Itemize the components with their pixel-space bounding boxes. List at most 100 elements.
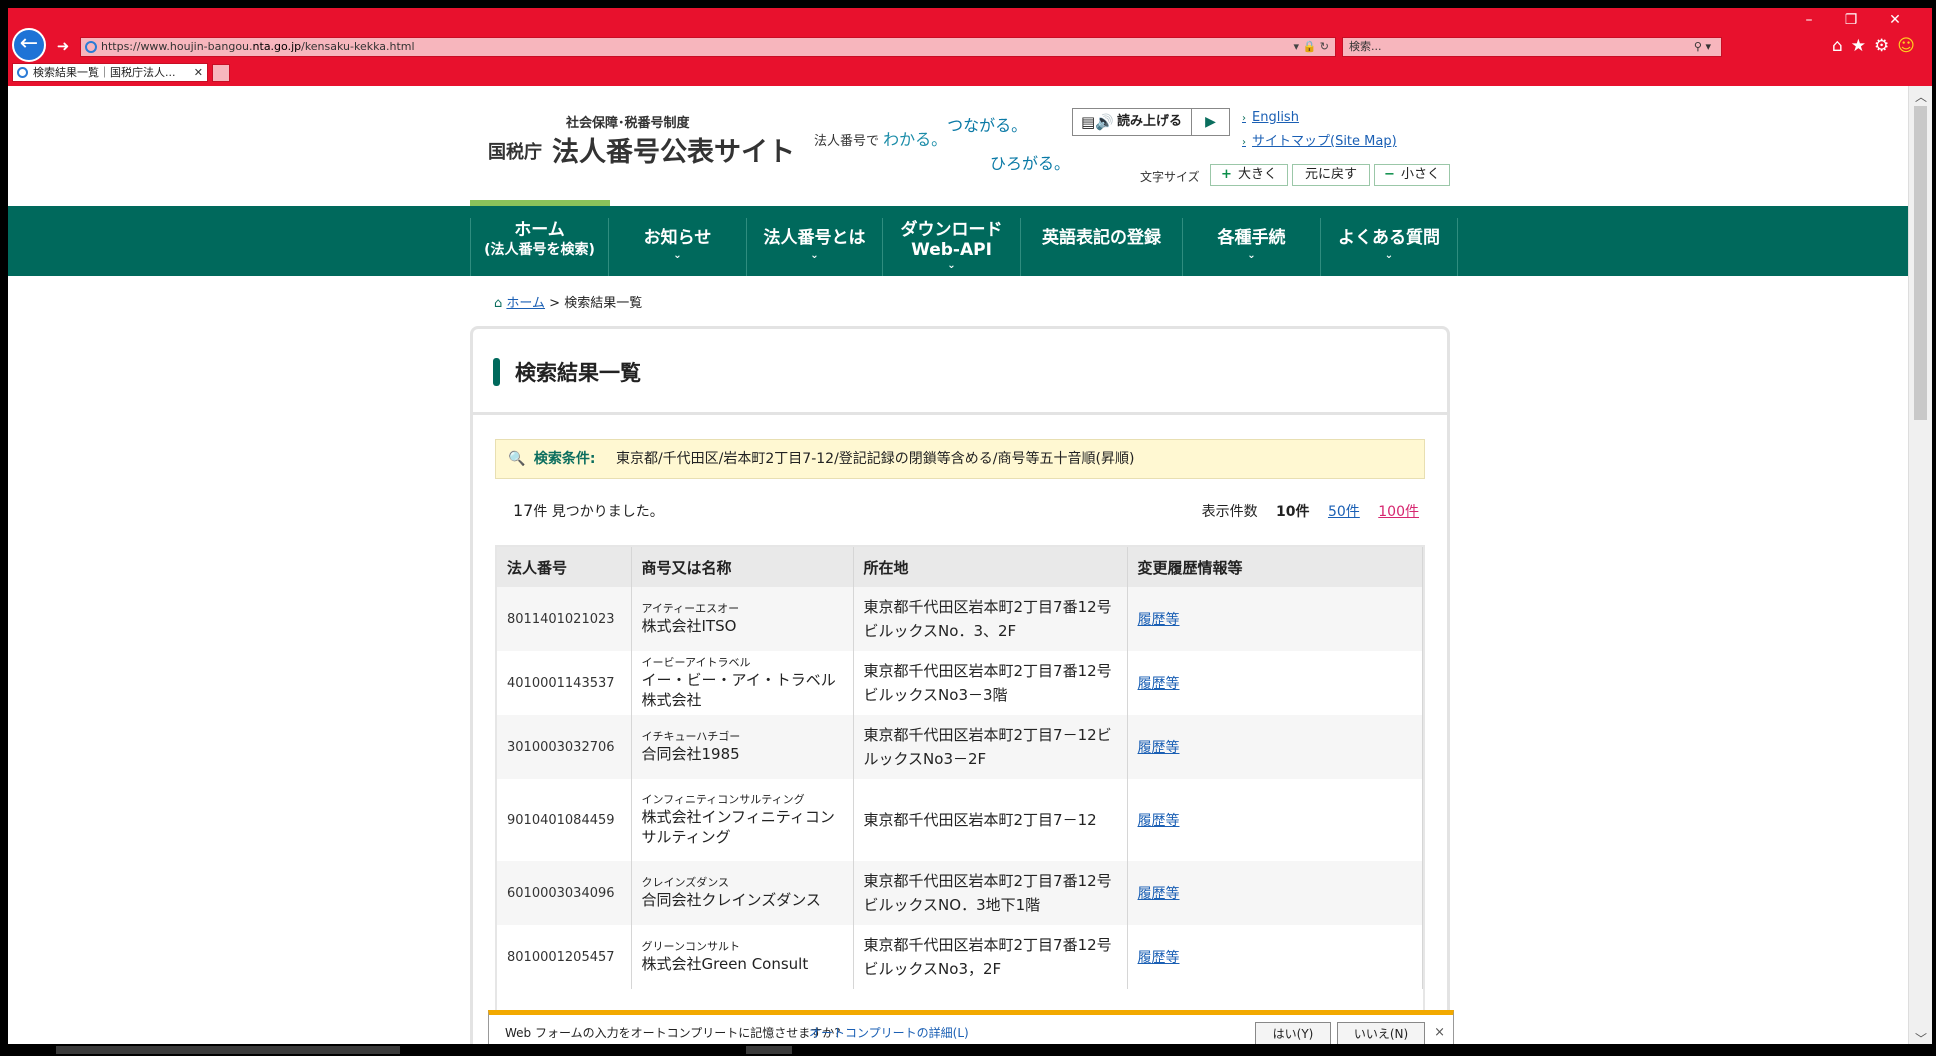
autocomplete-no-button[interactable]: いいえ(N) bbox=[1337, 1022, 1425, 1046]
play-icon[interactable]: ▶ bbox=[1191, 109, 1229, 135]
chevron-down-icon: ⌄ bbox=[947, 260, 956, 271]
plus-icon: + bbox=[1221, 167, 1232, 182]
tab-title: 検索結果一覧｜国税庁法人... bbox=[33, 66, 176, 79]
search-input[interactable]: 検索... ⚲ ▾ bbox=[1342, 37, 1722, 57]
search-icon[interactable]: ⚲ ▾ bbox=[1694, 38, 1711, 56]
breadcrumb-current: 検索結果一覧 bbox=[564, 296, 643, 311]
nav-download-line2: Web-API bbox=[911, 240, 992, 260]
address-tools: ▾ 🔒 ↻ bbox=[1294, 38, 1329, 56]
url-path: /kensaku-kekka.html bbox=[301, 40, 415, 53]
nav-about[interactable]: 法人番号とは ⌄ bbox=[746, 218, 882, 276]
close-window-button[interactable]: ✕ bbox=[1882, 12, 1908, 28]
minus-icon: − bbox=[1384, 167, 1395, 182]
forward-arrow-icon[interactable]: ➜ bbox=[52, 36, 74, 56]
browser-tab[interactable]: 検索結果一覧｜国税庁法人... ✕ bbox=[12, 63, 208, 82]
per-page-100-link[interactable]: 100件 bbox=[1378, 504, 1419, 520]
corp-name-cell: アイティーエスオー株式会社ITSO bbox=[631, 587, 854, 651]
table-row: 4010001143537 イービーアイトラベル イー・ビー・アイ・トラベル株式会… bbox=[497, 651, 1423, 715]
corp-kana: イチキューハチゴー bbox=[641, 730, 741, 743]
taskbar-segment bbox=[746, 1046, 792, 1054]
history-cell: 履歴等 bbox=[1127, 587, 1423, 651]
ie-icon bbox=[17, 67, 28, 78]
search-placeholder: 検索... bbox=[1349, 40, 1382, 53]
font-larger-button[interactable]: + 大きく bbox=[1210, 164, 1288, 186]
corp-kana: クレインズダンス bbox=[641, 876, 730, 889]
scroll-up-icon[interactable]: ︿ bbox=[1915, 88, 1927, 105]
history-link[interactable]: 履歴等 bbox=[1138, 612, 1180, 628]
history-cell: 履歴等 bbox=[1127, 925, 1423, 989]
font-smaller-button[interactable]: − 小さく bbox=[1374, 164, 1450, 186]
table-row: 6010003034096 クレインズダンス 合同会社クレインズダンス 東京都千代… bbox=[497, 861, 1423, 925]
results-card: 検索結果一覧 🔍 検索条件: 東京都/千代田区/岩本町2丁目7-12/登記記録の… bbox=[470, 326, 1450, 1052]
corp-address: 東京都千代田区岩本町2丁目7番12号ビルックスNo3－3階 bbox=[853, 651, 1128, 715]
history-cell: 履歴等 bbox=[1127, 651, 1423, 715]
table-row: 3010003032706 イチキューハチゴー合同会社1985 東京都千代田区岩… bbox=[497, 715, 1423, 779]
title-accent-bar bbox=[493, 358, 500, 386]
nav-english-registration[interactable]: 英語表記の登録 bbox=[1020, 218, 1182, 276]
condition-label: 検索条件: bbox=[533, 451, 596, 467]
chevron-down-icon[interactable]: ▾ bbox=[1294, 40, 1300, 53]
address-bar[interactable]: https://www.houjin-bangou.nta.go.jp/kens… bbox=[80, 37, 1336, 57]
history-link[interactable]: 履歴等 bbox=[1138, 950, 1180, 966]
corp-address: 東京都千代田区岩本町2丁目7－12ビルックスNo3－2F bbox=[853, 715, 1128, 779]
slogan-2: つながる。 bbox=[947, 116, 1028, 135]
nav-faq[interactable]: よくある質問 ⌄ bbox=[1320, 218, 1458, 276]
header-number: 法人番号 bbox=[497, 547, 632, 587]
history-link[interactable]: 履歴等 bbox=[1138, 676, 1180, 692]
nav-procedures[interactable]: 各種手続 ⌄ bbox=[1182, 218, 1320, 276]
corp-number: 6010003034096 bbox=[497, 861, 632, 925]
page-title: 検索結果一覧 bbox=[515, 361, 641, 385]
autocomplete-yes-button[interactable]: はい(Y) bbox=[1255, 1022, 1331, 1046]
slogan-3: ひろがる。 bbox=[990, 154, 1071, 173]
history-cell: 履歴等 bbox=[1127, 861, 1423, 925]
corp-name: 合同会社1985 bbox=[641, 745, 740, 763]
speaker-icon: ▤🔊 bbox=[1081, 113, 1114, 131]
new-tab-button[interactable] bbox=[212, 64, 230, 82]
table-row: 9010401084459 インフィニティコンサルティング 株式会社インフィニティ… bbox=[497, 779, 1423, 861]
nav-news[interactable]: お知らせ ⌄ bbox=[608, 218, 746, 276]
corp-kana: イービーアイトラベル bbox=[641, 656, 751, 669]
chevron-down-icon: ⌄ bbox=[673, 250, 682, 261]
font-reset-button[interactable]: 元に戻す bbox=[1292, 164, 1370, 186]
corp-name-cell: クレインズダンス 合同会社クレインズダンス bbox=[631, 861, 854, 925]
corp-kana: アイティーエスオー bbox=[641, 602, 740, 615]
minimize-button[interactable]: – bbox=[1796, 12, 1822, 28]
chevron-down-icon: ⌄ bbox=[1247, 250, 1256, 261]
vertical-scrollbar[interactable]: ︿ ﹀ bbox=[1908, 86, 1932, 1052]
global-nav: ホーム (法人番号を検索) お知らせ ⌄ 法人番号とは ⌄ ダウンロード Web… bbox=[8, 206, 1908, 276]
close-tab-icon[interactable]: ✕ bbox=[194, 64, 203, 81]
smiley-icon[interactable]: ☺ bbox=[1897, 36, 1923, 56]
home-icon[interactable]: ⌂ bbox=[1832, 36, 1851, 56]
english-link[interactable]: › English bbox=[1242, 110, 1299, 125]
slogan-prefix: 法人番号で bbox=[814, 134, 880, 149]
breadcrumb-home-link[interactable]: ホーム bbox=[506, 296, 545, 311]
nav-home[interactable]: ホーム (法人番号を検索) bbox=[470, 218, 608, 276]
back-arrow-icon[interactable]: ← bbox=[12, 28, 46, 62]
lock-icon[interactable]: 🔒 bbox=[1303, 40, 1317, 53]
nav-english-label: 英語表記の登録 bbox=[1042, 228, 1161, 248]
refresh-icon[interactable]: ↻ bbox=[1320, 40, 1329, 53]
history-link[interactable]: 履歴等 bbox=[1138, 886, 1180, 902]
url-host: www.houjin-bangou. bbox=[140, 40, 253, 53]
nav-download[interactable]: ダウンロード Web-API ⌄ bbox=[882, 218, 1020, 276]
site-logo[interactable]: 法人番号公表サイト bbox=[552, 130, 795, 169]
corp-name: 株式会社ITSO bbox=[641, 617, 737, 635]
nav-news-label: お知らせ bbox=[643, 228, 712, 248]
per-page-selector: 表示件数 10件 50件 100件 bbox=[1202, 501, 1419, 521]
logo-subtitle: 社会保障･税番号制度 bbox=[566, 116, 690, 131]
sitemap-link[interactable]: › サイトマップ(Site Map) bbox=[1242, 130, 1397, 149]
history-link[interactable]: 履歴等 bbox=[1138, 813, 1180, 829]
nav-faq-label: よくある質問 bbox=[1338, 228, 1440, 248]
history-link[interactable]: 履歴等 bbox=[1138, 740, 1180, 756]
per-page-50-link[interactable]: 50件 bbox=[1328, 504, 1360, 520]
read-aloud-button[interactable]: ▤🔊 読み上げる ▶ bbox=[1072, 108, 1230, 136]
page-content: 社会保障･税番号制度 国税庁 法人番号公表サイト 法人番号で わかる。つながる。… bbox=[8, 86, 1908, 1052]
corp-number: 3010003032706 bbox=[497, 715, 632, 779]
gear-icon[interactable]: ⚙ bbox=[1874, 36, 1897, 56]
search-condition-box: 🔍 検索条件: 東京都/千代田区/岩本町2丁目7-12/登記記録の閉鎖等含める/… bbox=[495, 439, 1425, 479]
home-icon: ⌂ bbox=[494, 296, 503, 311]
scrollbar-thumb[interactable] bbox=[1914, 106, 1927, 420]
table-row: 8011401021023 アイティーエスオー 株式会社ITSO 東京都千代田区岩… bbox=[497, 587, 1423, 651]
favorites-star-icon[interactable]: ★ bbox=[1851, 36, 1874, 56]
restore-button[interactable]: ❐ bbox=[1838, 12, 1864, 28]
